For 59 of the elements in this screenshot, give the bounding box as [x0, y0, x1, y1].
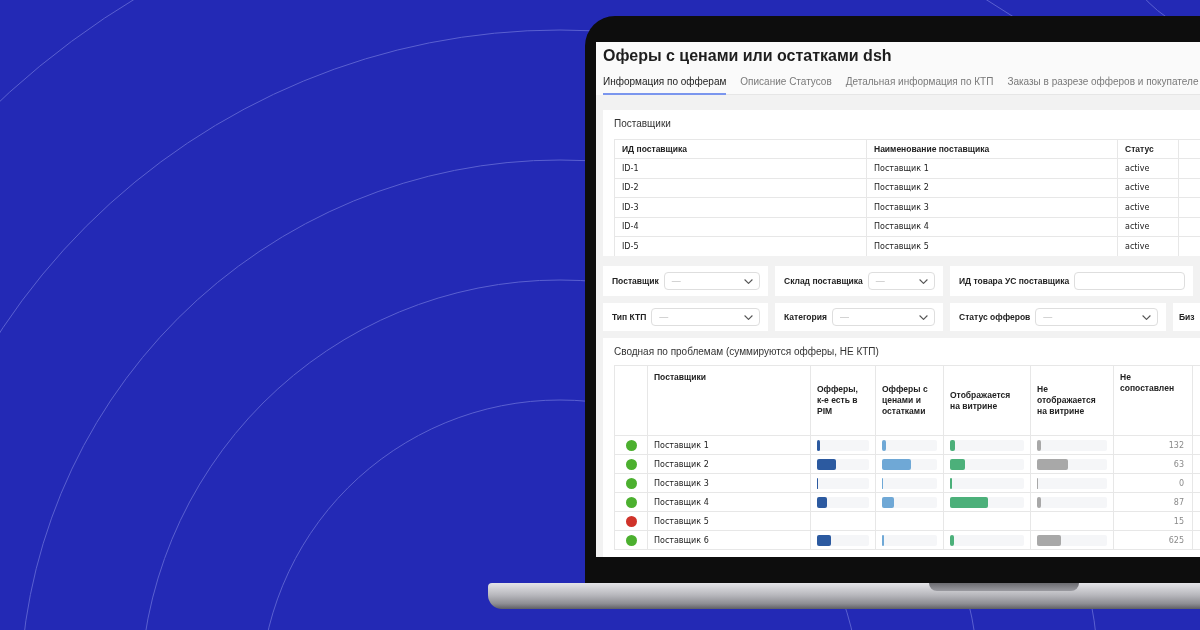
column-header: Не отображается на витрине — [1030, 365, 1114, 436]
table-cell: active — [1117, 158, 1179, 178]
table-cell: 63 — [1113, 454, 1193, 474]
filter-label: Тип КТП — [612, 312, 647, 322]
tab[interactable]: Детальная информация по КТП — [845, 74, 994, 95]
column-header: Офферы, к-е есть в PIM — [810, 365, 876, 436]
table-cell: 625 — [1113, 530, 1193, 550]
table-cell: ID-2 — [614, 178, 867, 198]
filter-label: Биз — [1179, 312, 1195, 322]
table-cell: 0 — [1113, 473, 1193, 493]
chevron-down-icon — [1142, 314, 1151, 320]
chevron-down-icon — [919, 314, 928, 320]
chevron-down-icon — [744, 278, 753, 284]
table-cell: active — [1117, 178, 1179, 198]
table-cell: Поставщик 1 — [647, 435, 811, 455]
table-cell: ID-3 — [614, 197, 867, 217]
column-header: Наименование поставщика — [866, 139, 1118, 159]
column-header: Отображается на витрине — [943, 365, 1031, 436]
column-header: Статус — [1117, 139, 1179, 159]
card-title: Поставщики — [614, 118, 671, 130]
table-cell: Поставщик 2 — [866, 178, 1118, 198]
table-cell: ID-1 — [614, 158, 867, 178]
table-cell: Поставщик 2 — [647, 454, 811, 474]
tab[interactable]: Заказы в разрезе офферов и покупателе — [1007, 74, 1199, 95]
dropdown-select[interactable]: — — [867, 272, 935, 290]
table-cell: Поставщик 5 — [647, 511, 811, 531]
table-cell: ID-5 — [614, 236, 867, 256]
filter-label: Статус офферов — [959, 312, 1031, 322]
table-cell: 87 — [1113, 492, 1193, 512]
table-cell: Поставщик 6 — [647, 530, 811, 550]
table-cell: ID-4 — [614, 217, 867, 237]
table-cell: active — [1117, 197, 1179, 217]
table-cell: 15 — [1113, 511, 1193, 531]
dropdown-select[interactable]: — — [651, 308, 760, 326]
input-field[interactable] — [1074, 272, 1185, 290]
column-header: Не сопоставлен — [1113, 365, 1193, 436]
column-header: Офферы с ценами и остатками — [875, 365, 944, 436]
column-header: ИД поставщика — [614, 139, 867, 159]
filter-label: Категория — [784, 312, 827, 322]
chevron-down-icon — [919, 278, 928, 284]
page-title: Оферы с ценами или остатками dsh — [603, 46, 892, 66]
table-cell: Поставщик 3 — [647, 473, 811, 493]
filter-label: ИД товара УС поставщика — [959, 276, 1070, 286]
table-cell: Поставщик 4 — [647, 492, 811, 512]
dropdown-select[interactable]: — — [1035, 308, 1158, 326]
table-cell: 132 — [1113, 435, 1193, 455]
dropdown-select[interactable]: — — [663, 272, 760, 290]
chevron-down-icon — [744, 314, 753, 320]
column-header: Поставщики — [647, 365, 811, 436]
table-cell: active — [1117, 217, 1179, 237]
filter-label: Поставщик — [612, 276, 659, 286]
card-title: Сводная по проблемам (суммируются офферы, НЕ КТП) — [614, 346, 879, 358]
tab[interactable]: Информация по офферам — [603, 74, 727, 95]
table-cell: Поставщик 1 — [866, 158, 1118, 178]
table-cell: Поставщик 3 — [866, 197, 1118, 217]
filter-label: Склад поставщика — [784, 276, 863, 286]
tab[interactable]: Описание Статусов — [740, 74, 832, 95]
table-cell: Поставщик 4 — [866, 217, 1118, 237]
dropdown-select[interactable]: — — [831, 308, 935, 326]
